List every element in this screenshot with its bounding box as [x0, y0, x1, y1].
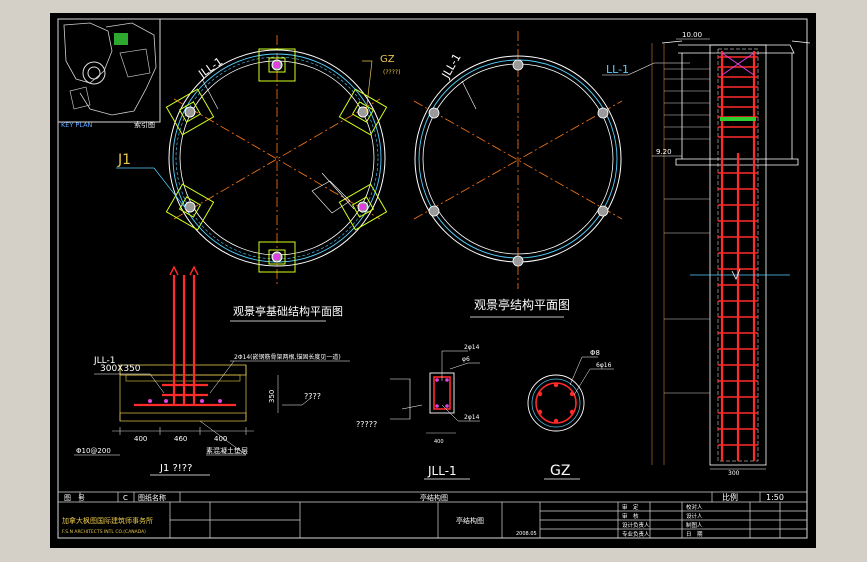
- dim-350: 350: [268, 390, 276, 403]
- gz-stirrup-label: Φ8: [590, 349, 600, 357]
- dim-q: ????: [304, 392, 321, 401]
- beam-marker: [720, 117, 756, 121]
- beam-ground-detail: [390, 378, 423, 420]
- fig-no-label: 图 号: [64, 494, 85, 502]
- company-en: F.S.N ARCHITECTS INTL CO.(CANADA): [62, 529, 146, 535]
- dim-mid: 9.20: [656, 148, 672, 156]
- section-caption: J1 ?!??: [159, 463, 192, 474]
- base-note: 素混凝土垫层: [206, 446, 248, 455]
- role-2: 审 核: [622, 512, 639, 520]
- dim-460: 460: [174, 435, 187, 443]
- foundation-plan-title: 观景亭基础结构平面图: [233, 304, 343, 318]
- key-plan-highlight: [114, 33, 128, 45]
- beam-stirrup-leader: [449, 362, 480, 370]
- label-j1: J1: [117, 152, 131, 168]
- label-gz: GZ: [380, 54, 395, 65]
- gz-stirrup-leader: [569, 356, 598, 386]
- beam-caption: JLL-1: [427, 464, 457, 478]
- beam-rebar-bottom: 2φ14: [464, 414, 480, 421]
- section-cut-detail: [311, 172, 355, 214]
- cad-drawing: KEY PLAN 索引图 JLL-1 GZ (????) J1 观景亭基础结构平…: [57, 18, 811, 539]
- key-plan: KEY PLAN 索引图: [57, 18, 161, 129]
- gz-stirrup: [535, 382, 577, 424]
- column-section: Φ8 6φ16 GZ: [527, 349, 614, 480]
- structure-plan-title: 观景亭结构平面图: [474, 297, 570, 312]
- foundation-section: 400 460 400 JLL-1 300X350 2Φ14(嵌钢筋骨架两根,锚…: [74, 265, 350, 476]
- dim-top: 10.00: [682, 31, 702, 39]
- label-jll-foundation: JLL-1: [195, 55, 225, 81]
- role-right-3: 制图人: [686, 521, 703, 529]
- beam-width: 400: [434, 439, 444, 445]
- leader-jll-2: [461, 80, 477, 110]
- drawing-name: 亭结构图: [420, 493, 448, 502]
- column-width: 300: [728, 470, 740, 477]
- fig-no: C: [123, 494, 128, 502]
- column-node: [428, 205, 440, 217]
- leader-j1: [116, 167, 187, 210]
- rebar-note-leader: [209, 360, 235, 394]
- key-plan-pavilion-inner: [87, 66, 101, 80]
- column-node: [428, 107, 440, 119]
- label-gz-note: (????): [383, 69, 400, 76]
- beam-section: 2φ14 2φ14 φ6 ????? 400 JLL-1: [356, 344, 480, 480]
- sheet-border: [57, 18, 808, 539]
- column-marker: [274, 62, 280, 68]
- role-1: 审 定: [622, 503, 639, 511]
- key-plan-label-cn: 索引图: [134, 120, 155, 129]
- column-marker: [360, 204, 366, 210]
- beam-stirrup-label: φ6: [462, 356, 470, 363]
- footing-upper-right: [338, 88, 388, 136]
- beam-rebar-top: 2φ14: [464, 344, 480, 351]
- gz-rebar-label: 6φ16: [596, 362, 612, 369]
- gz-caption: GZ: [550, 463, 570, 479]
- foundation-plan: JLL-1 GZ (????) J1 观景亭基础结构平面图: [116, 35, 400, 322]
- dim-400-left: 400: [134, 435, 147, 443]
- project-name: 亭结构图: [456, 516, 484, 525]
- section-rebar-note: 2Φ14(嵌钢筋骨架两根,锚固长度见一道): [234, 353, 341, 361]
- scale-value: 1:50: [766, 493, 784, 502]
- label-jll-structure: JLL-1: [439, 51, 464, 81]
- date-code: 2008.05: [516, 531, 537, 537]
- column-node: [597, 107, 609, 119]
- column-marker: [274, 254, 280, 260]
- column-node: [512, 59, 524, 71]
- rebar-hooks: [169, 265, 199, 276]
- key-plan-block: [119, 48, 151, 78]
- scale-label: 比例: [722, 492, 738, 502]
- role-3: 设计负责人: [622, 521, 650, 529]
- role-right-2: 设计人: [686, 512, 703, 520]
- footing-lower-left: [165, 183, 215, 231]
- key-plan-label: KEY PLAN: [61, 121, 93, 129]
- fig-name-label: 图纸名称: [138, 493, 166, 502]
- company-cn: 加拿大枫图国际建筑师事务所: [62, 516, 153, 525]
- footing-cushion: [119, 412, 247, 422]
- key-plan-block-2: [69, 86, 91, 110]
- leader-gz: [362, 60, 373, 114]
- beam-stirrup: [433, 376, 451, 410]
- role-right-4: 日 期: [686, 531, 703, 538]
- structure-plan: JLL-1 观景亭结构平面图: [413, 31, 623, 318]
- rebar-spacing: Φ10@200: [76, 447, 111, 455]
- beam-dim-q: ?????: [356, 420, 377, 429]
- section-size: 300X350: [100, 364, 141, 374]
- column-elevation: 10.00 9.20 300: [651, 31, 811, 477]
- role-4: 专业负责人: [622, 530, 650, 538]
- gz-rebar-leader: [573, 368, 614, 396]
- column-node: [512, 255, 524, 267]
- section-leader: [149, 373, 165, 394]
- role-right-1: 校对人: [686, 503, 703, 511]
- label-ll: LL-1: [606, 63, 629, 76]
- drawing-canvas: KEY PLAN 索引图 JLL-1 GZ (????) J1 观景亭基础结构平…: [50, 13, 816, 548]
- capital-cornice: [661, 40, 811, 44]
- column-node: [597, 205, 609, 217]
